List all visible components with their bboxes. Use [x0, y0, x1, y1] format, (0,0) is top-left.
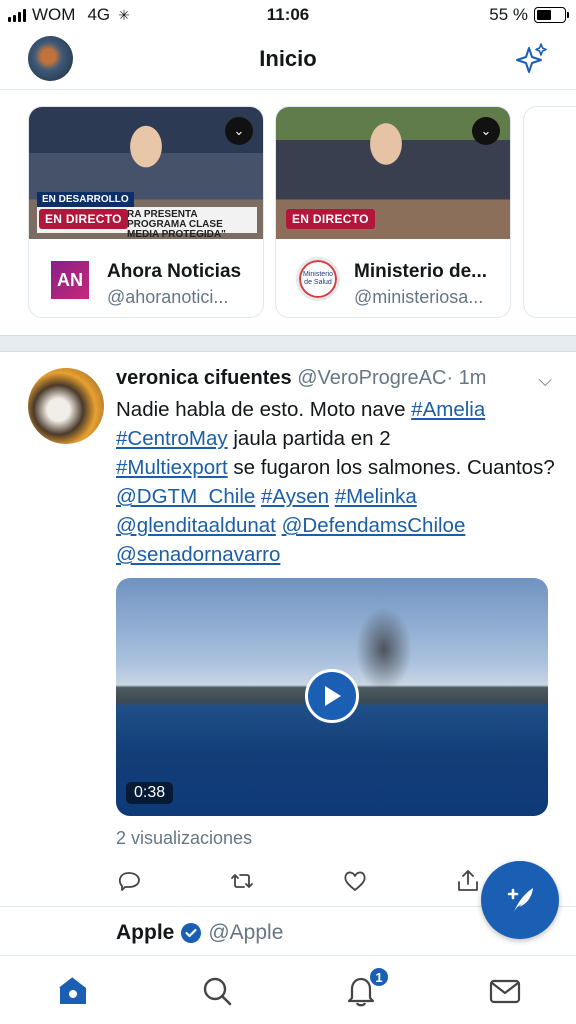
chevron-down-icon[interactable]: ⌄ [472, 117, 500, 145]
chevron-down-icon[interactable]: ⌵ [538, 370, 552, 391]
feather-plus-icon [507, 888, 533, 912]
messages-icon[interactable] [488, 974, 522, 1008]
hashtag-link[interactable]: #Multiexport [116, 456, 228, 479]
channel-name: Ahora Noticias [107, 261, 242, 282]
live-carousel[interactable]: ⌄ EN DESARROLLO RA PRESENTA PROGRAMA CLA… [0, 91, 576, 335]
live-thumbnail: ⌄ EN DESARROLLO RA PRESENTA PROGRAMA CLA… [29, 107, 263, 240]
author-handle[interactable]: @Apple [208, 921, 283, 945]
page-title: Inicio [259, 46, 317, 71]
author-name[interactable]: veronica cifuentes [116, 367, 292, 389]
tweet-time: · 1m [446, 367, 487, 389]
compose-tweet-button[interactable] [481, 861, 559, 939]
live-card-next[interactable] [523, 106, 576, 318]
hashtag-link[interactable]: #Amelia [411, 398, 485, 421]
status-bar: WOM 4G ✳ 11:06 55 % [0, 0, 576, 30]
mention-link[interactable]: @DGTM_Chile [116, 485, 255, 508]
tab-bar: 1 [0, 955, 576, 1024]
hashtag-link[interactable]: #CentroMay [116, 427, 228, 450]
battery-icon [534, 7, 569, 23]
tweet-header: veronica cifuentes @VeroProgreAC· 1m [116, 367, 486, 390]
channel-logo: AN [51, 261, 89, 299]
live-card-ahora-noticias[interactable]: ⌄ EN DESARROLLO RA PRESENTA PROGRAMA CLA… [28, 106, 264, 318]
author-handle[interactable]: @VeroProgreAC [297, 367, 446, 389]
channel-handle: @ministeriosa... [354, 287, 484, 307]
like-icon[interactable] [342, 868, 368, 894]
video-player[interactable]: 0:38 [116, 578, 548, 816]
reply-icon[interactable] [116, 868, 142, 894]
share-icon[interactable] [455, 868, 481, 894]
home-icon[interactable] [56, 974, 90, 1008]
section-divider [0, 335, 576, 352]
hashtag-link[interactable]: #Melinka [335, 485, 417, 508]
video-duration: 0:38 [126, 782, 174, 804]
tweet-text: Nadie habla de esto. Moto nave #Amelia #… [116, 398, 555, 566]
channel-handle: @ahoranotici... [107, 287, 229, 307]
play-button[interactable] [305, 669, 359, 723]
battery-percent: 55 % [489, 5, 528, 24]
live-thumbnail: ⌄ EN DIRECTO [276, 107, 510, 239]
hashtag-link[interactable]: #Aysen [261, 485, 329, 508]
sparkle-icon[interactable] [514, 42, 548, 76]
channel-logo: Ministerio de Salud [296, 257, 340, 301]
author-name[interactable]: Apple [116, 921, 174, 945]
live-card-ministerio[interactable]: ⌄ EN DIRECTO Ministerio de Salud Ministe… [275, 106, 511, 318]
notifications-badge: 1 [368, 966, 390, 988]
tweet[interactable]: veronica cifuentes @VeroProgreAC· 1m ⌵ N… [0, 352, 576, 907]
mention-link[interactable]: @glenditaaldunat [116, 514, 276, 537]
chevron-down-icon[interactable]: ⌄ [225, 117, 253, 145]
search-icon[interactable] [200, 974, 234, 1008]
author-avatar[interactable] [28, 368, 104, 444]
tweet-actions [116, 868, 486, 896]
verified-icon [181, 923, 202, 943]
mention-link[interactable]: @DefendamsChiloe [282, 514, 466, 537]
retweet-icon[interactable] [229, 868, 255, 894]
live-badge: EN DIRECTO [286, 209, 375, 229]
view-count: 2 visualizaciones [116, 828, 253, 848]
top-bar: Inicio [0, 30, 576, 90]
channel-name: Ministerio de... [354, 261, 488, 282]
live-badge: EN DIRECTO [39, 209, 128, 229]
play-icon [325, 686, 341, 706]
mention-link[interactable]: @senadornavarro [116, 543, 280, 566]
tweet-header: Apple @Apple [116, 921, 283, 945]
